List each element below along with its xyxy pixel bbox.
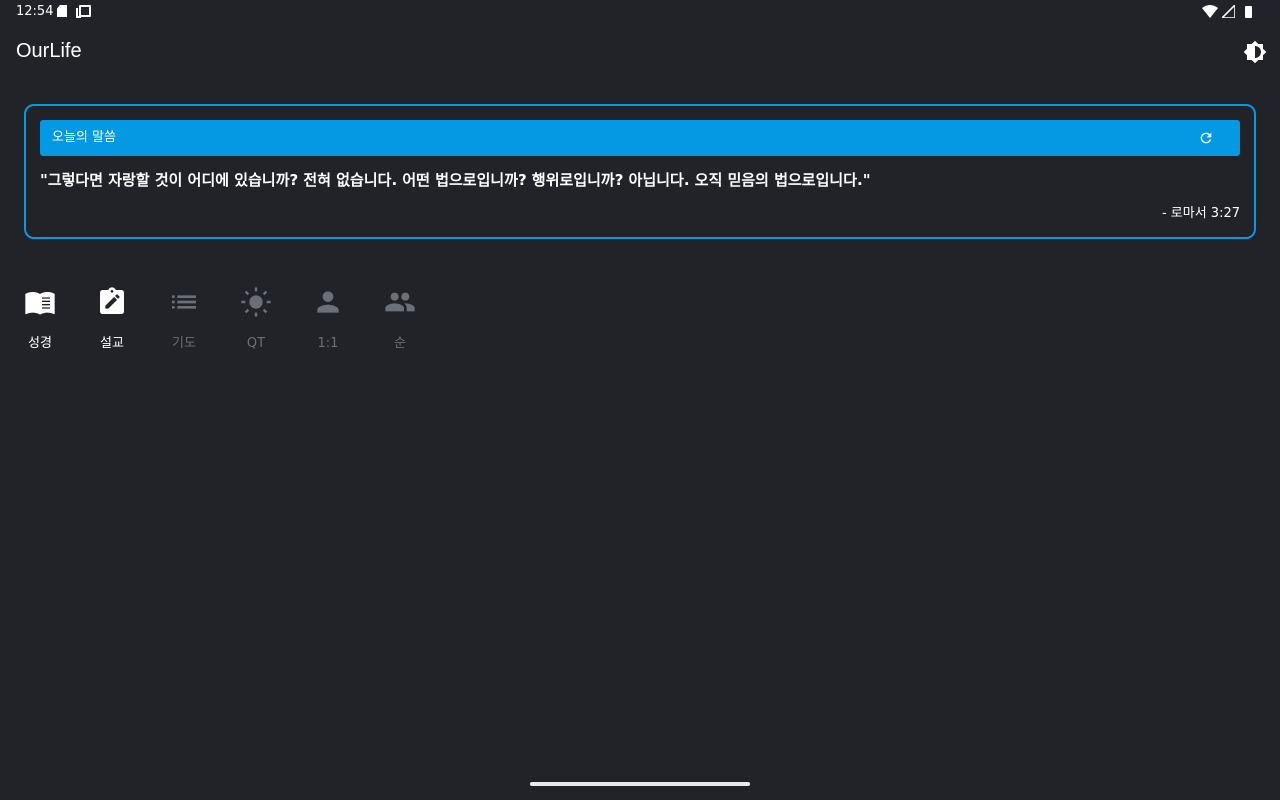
book-icon [24,286,56,318]
feature-label: QT [246,336,266,351]
status-time: 12:54 [16,4,54,19]
people-icon [384,286,416,318]
cellular-icon [1222,5,1235,18]
gesture-nav-bar[interactable] [530,782,750,786]
status-bar: 12:54 [0,0,1280,24]
assignment-edit-icon [96,286,128,318]
app-title: OurLife [16,40,82,62]
sd-card-icon [57,5,67,17]
feature-one-on-one[interactable]: 1:1 [292,286,364,362]
feature-label: 성경 [28,336,52,351]
theme-toggle-button[interactable] [1243,40,1267,64]
app-bar: OurLife [0,24,1280,80]
status-right-icons [1202,5,1252,18]
battery-icon [1245,5,1252,18]
feature-label: 1:1 [317,336,339,351]
verse-header-title: 오늘의 말씀 [52,130,116,145]
app-screen: 12:54 OurLife 오늘의 말씀 "그렇다면 자랑할 것이 어디에 있습… [0,0,1280,800]
feature-prayer[interactable]: 기도 [148,286,220,362]
verse-text: "그렇다면 자랑할 것이 어디에 있습니까? 전혀 없습니다. 어떤 법으로입니… [40,171,871,189]
feature-qt[interactable]: QT [220,286,292,362]
verse-header: 오늘의 말씀 [40,120,1240,156]
feature-group[interactable]: 순 [364,286,436,362]
refresh-icon [1200,132,1212,144]
window-icon [76,5,91,18]
feature-label: 설교 [100,336,124,351]
list-icon [168,286,200,318]
feature-sermon[interactable]: 설교 [76,286,148,362]
feature-label: 기도 [172,336,196,351]
wifi-icon [1202,5,1218,18]
feature-row: 성경 설교 기도 QT 1:1 순 [4,286,436,362]
brightness-icon [1243,40,1267,64]
feature-bible[interactable]: 성경 [4,286,76,362]
daily-verse-card: 오늘의 말씀 "그렇다면 자랑할 것이 어디에 있습니까? 전혀 없습니다. 어… [24,104,1256,239]
verse-reference: - 로마서 3:27 [1161,206,1240,221]
person-icon [312,286,344,318]
refresh-button[interactable] [1196,128,1216,148]
status-left-icons [57,5,91,18]
sun-icon [240,286,272,318]
feature-label: 순 [394,336,406,351]
